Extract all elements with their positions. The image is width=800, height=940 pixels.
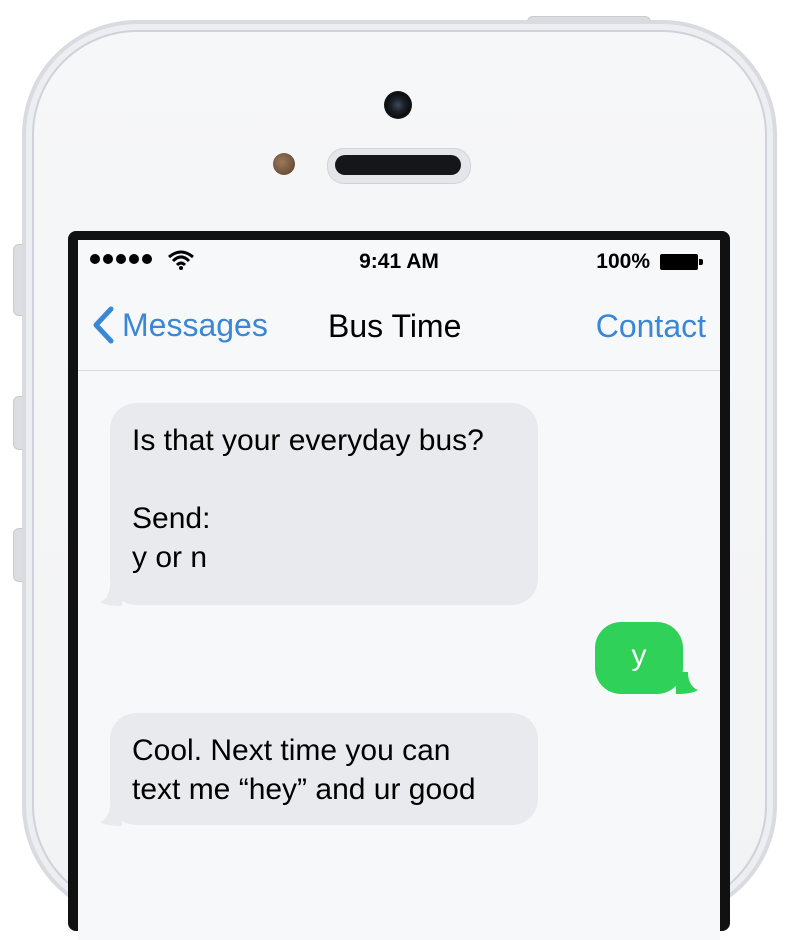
status-bar: 9:41 AM 100% (78, 240, 720, 280)
back-button[interactable]: Messages (92, 306, 268, 344)
message-line: Send: (132, 502, 211, 535)
conversation-title: Bus Time (328, 308, 462, 344)
messages-screen: 9:41 AM 100% Messages Bus Time Contact I… (78, 240, 720, 940)
back-button-label: Messages (122, 306, 268, 343)
earpiece-speaker (335, 155, 461, 175)
outgoing-message-bubble[interactable]: y (595, 622, 683, 694)
message-line: text me “hey” and ur good (132, 773, 476, 806)
battery-icon (660, 254, 698, 270)
message-line: Is that your everyday bus? (132, 424, 484, 457)
chevron-left-icon (93, 306, 114, 344)
message-line (132, 460, 516, 499)
battery-tip (699, 259, 703, 265)
proximity-sensor (273, 153, 295, 175)
message-line: Cool. Next time you can (132, 734, 451, 767)
front-camera-icon (384, 91, 412, 119)
contact-button[interactable]: Contact (596, 308, 706, 345)
navigation-bar: Messages Bus Time Contact (78, 280, 720, 371)
battery-percent: 100% (596, 250, 650, 273)
message-line: y or n (132, 541, 208, 574)
incoming-message-bubble[interactable]: Is that your everyday bus? Send: y or n (110, 403, 538, 605)
incoming-message-bubble[interactable]: Cool. Next time you can text me “hey” an… (110, 713, 538, 825)
